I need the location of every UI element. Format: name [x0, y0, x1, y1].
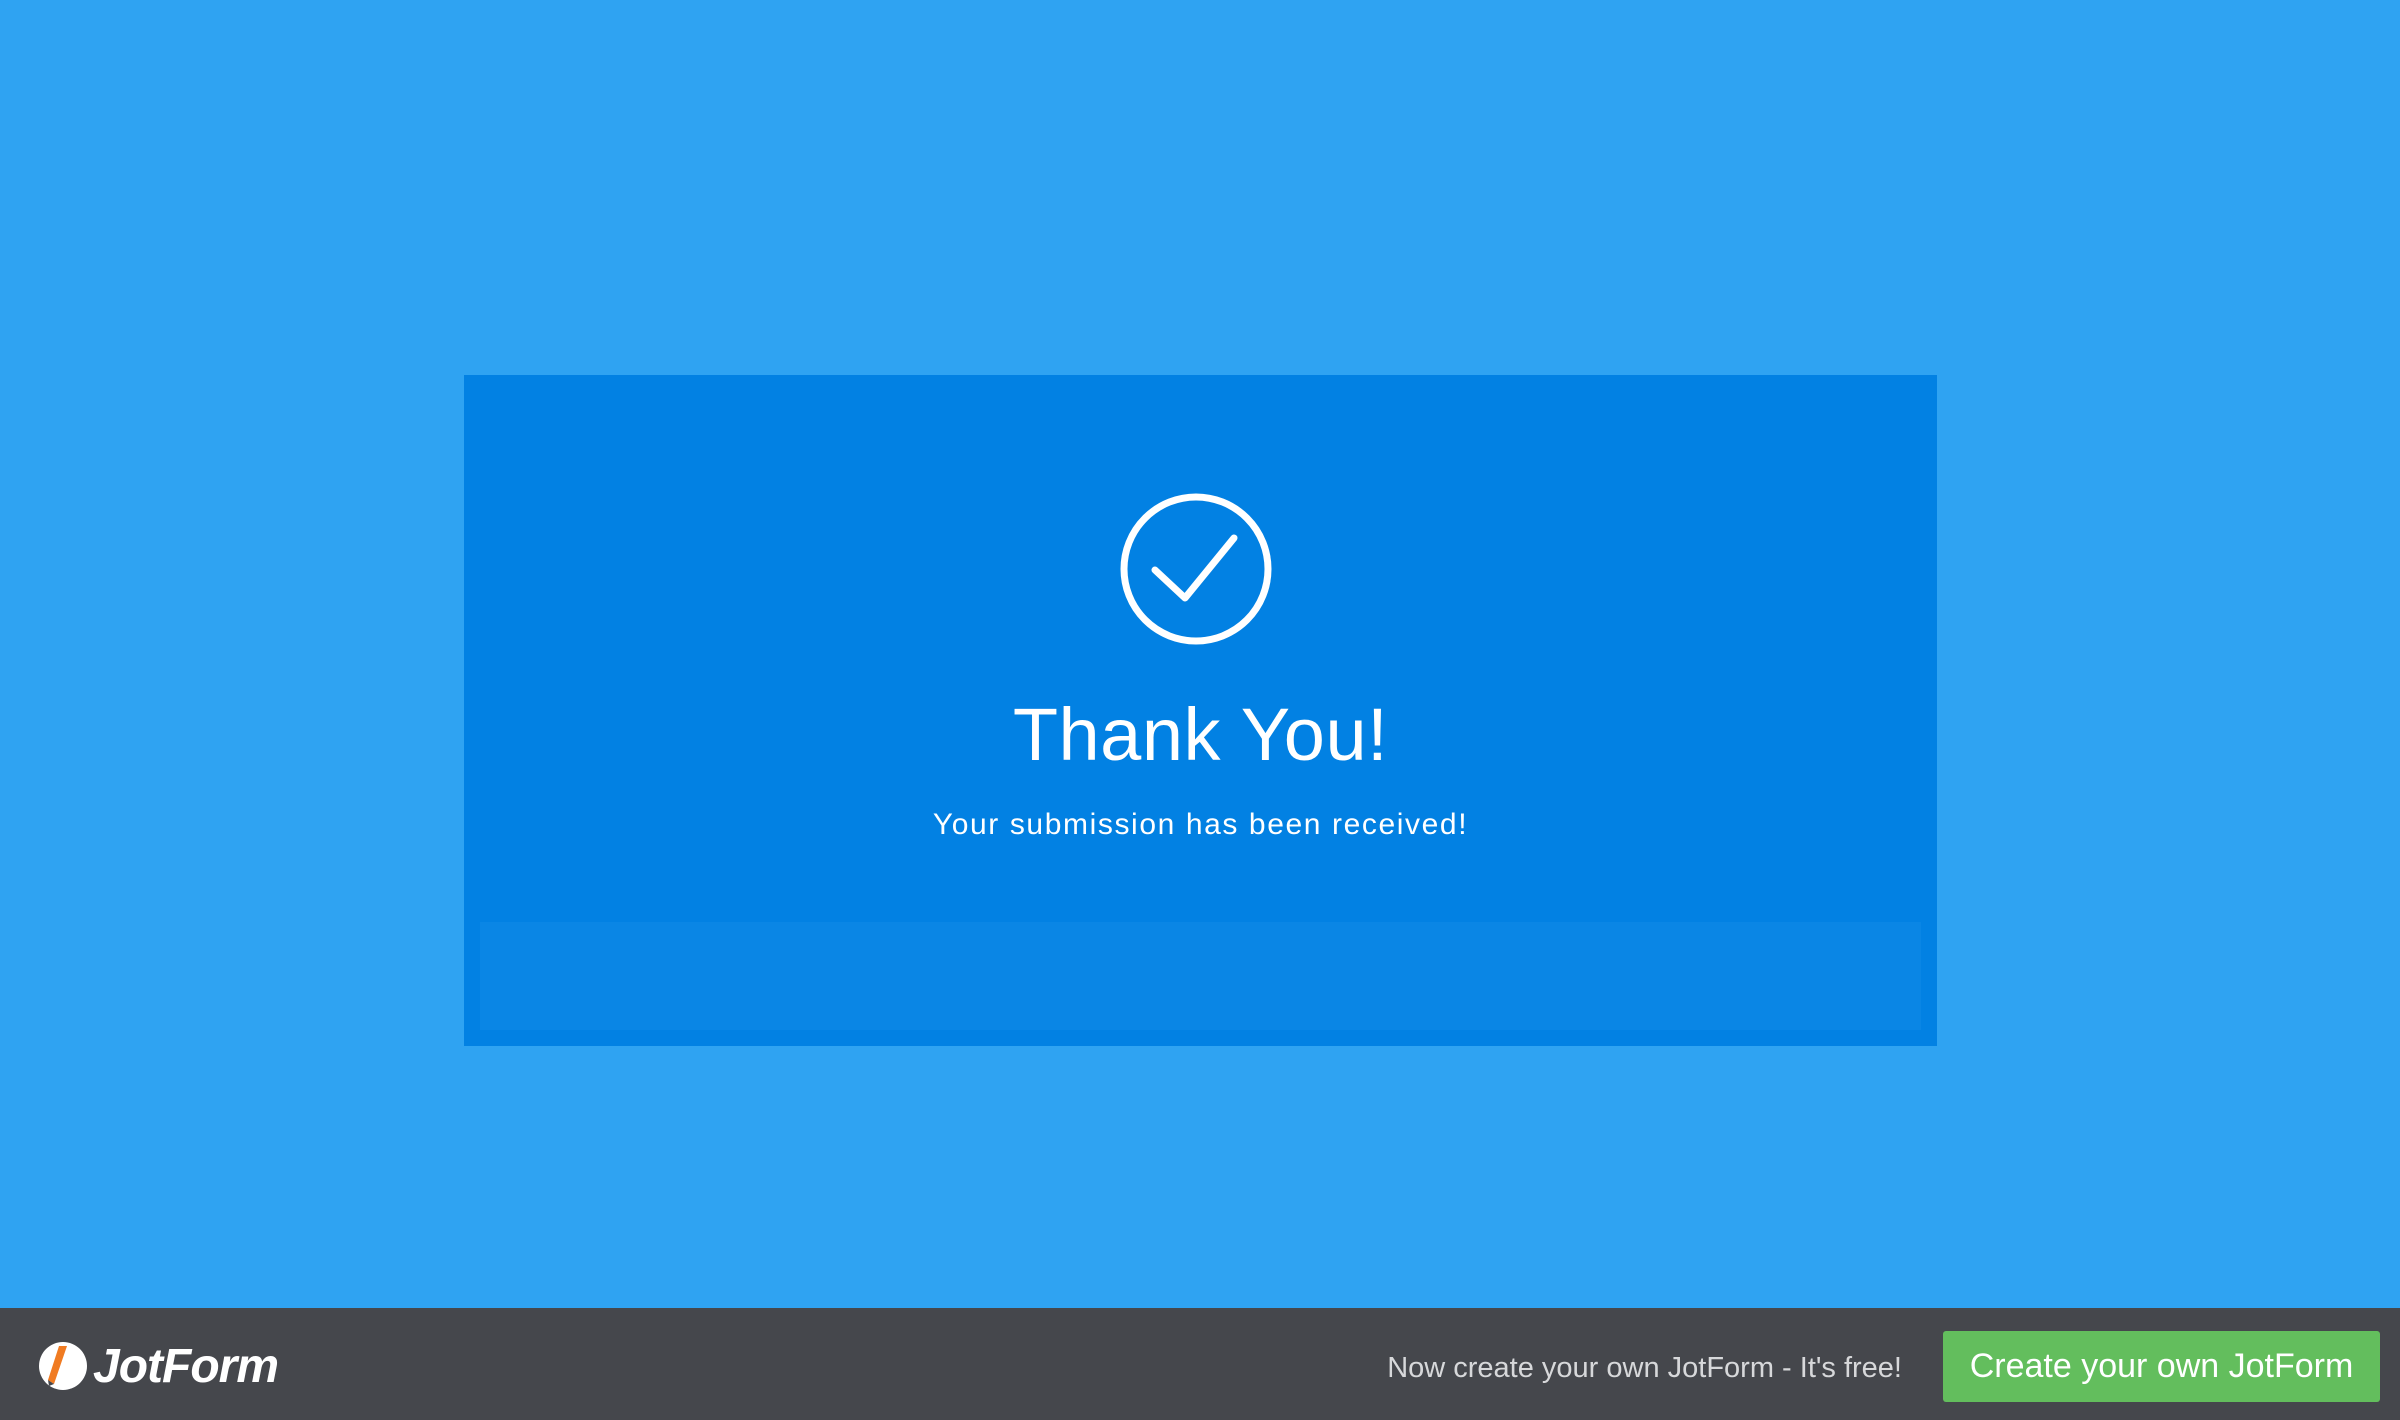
thank-you-title: Thank You! — [1012, 693, 1389, 776]
promo-text: Now create your own JotForm - It's free! — [1387, 1352, 1902, 1384]
jotform-logo-icon — [37, 1340, 89, 1392]
create-jotform-button[interactable]: Create your own JotForm — [1943, 1331, 2380, 1402]
card-footer-panel — [480, 922, 1921, 1030]
jotform-logo[interactable]: JotForm — [37, 1338, 279, 1394]
submission-message: Your submission has been received! — [932, 808, 1469, 841]
check-circle-icon — [1119, 492, 1273, 646]
jotform-logo-text: JotForm — [93, 1339, 279, 1393]
